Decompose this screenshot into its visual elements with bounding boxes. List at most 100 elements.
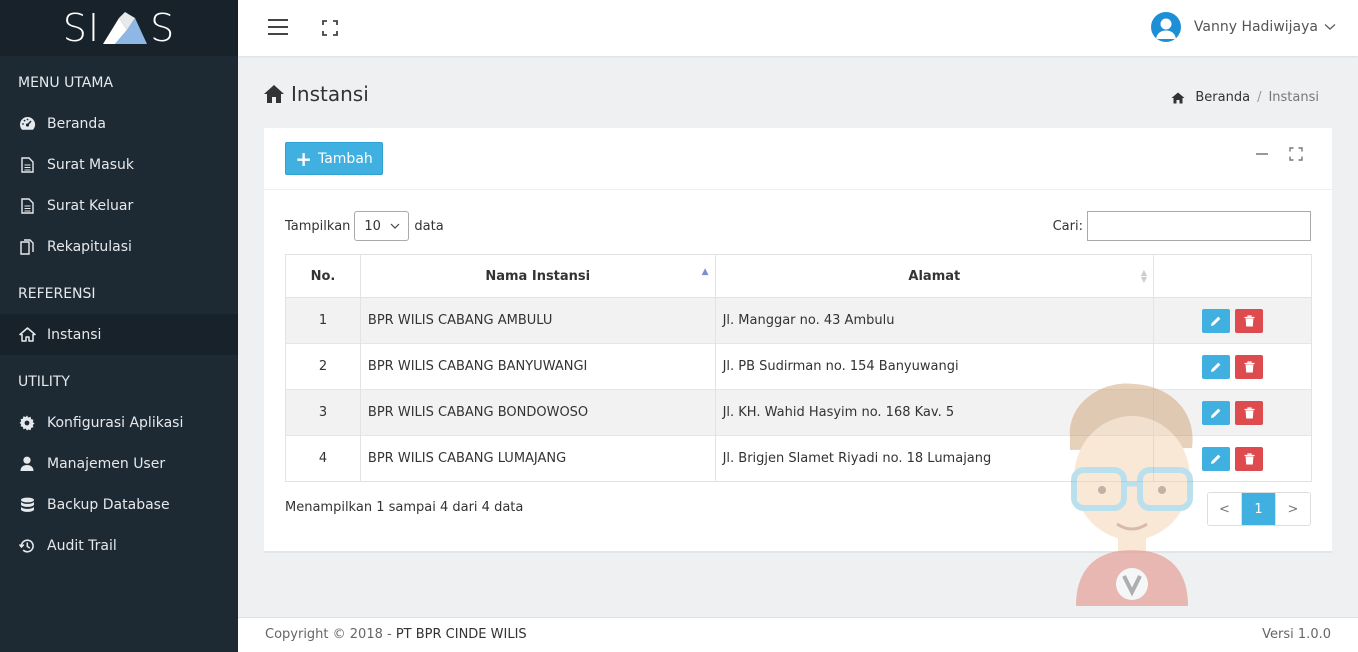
sidebar: SI S MENU UTAMA Beranda Surat Masuk Sura… bbox=[0, 0, 238, 652]
document-icon bbox=[18, 156, 36, 174]
page-length-select[interactable]: 10 bbox=[354, 211, 410, 241]
user-menu[interactable]: Vanny Hadiwijaya bbox=[1150, 12, 1336, 42]
expand-icon[interactable] bbox=[1288, 146, 1304, 162]
trash-icon bbox=[1244, 452, 1255, 464]
search-input[interactable] bbox=[1087, 211, 1311, 241]
instansi-box: + Tambah Tampilkan 10 data Cari: No. Nam… bbox=[264, 128, 1332, 553]
document-icon bbox=[18, 197, 36, 215]
cell-no: 2 bbox=[285, 343, 361, 390]
pagination-page-1[interactable]: 1 bbox=[1242, 493, 1276, 525]
section-utility: UTILITY bbox=[18, 374, 70, 390]
sidebar-item-label: Beranda bbox=[47, 115, 106, 132]
table-controls: Tampilkan 10 data Cari: bbox=[285, 211, 1311, 241]
show-suffix: data bbox=[414, 218, 444, 234]
sidebar-item-label: Surat Masuk bbox=[47, 156, 134, 173]
table-row: 2 BPR WILIS CABANG BANYUWANGI Jl. PB Sud… bbox=[285, 343, 1312, 390]
delete-button[interactable] bbox=[1235, 400, 1264, 425]
trash-icon bbox=[1244, 360, 1255, 372]
copyright-prefix: Copyright © 2018 - bbox=[265, 627, 396, 642]
breadcrumb-home[interactable]: Beranda bbox=[1171, 90, 1250, 105]
delete-button[interactable] bbox=[1235, 308, 1264, 333]
chevron-down-icon bbox=[390, 223, 400, 229]
history-icon bbox=[18, 537, 36, 555]
table-row: 4 BPR WILIS CABANG LUMAJANG Jl. Brigjen … bbox=[285, 435, 1312, 482]
edit-button[interactable] bbox=[1202, 354, 1231, 379]
column-header-alamat[interactable]: Alamat ▲ ▼ bbox=[714, 254, 1155, 298]
sort-icon: ▲ ▼ bbox=[1140, 268, 1148, 284]
page-title: Instansi bbox=[263, 82, 369, 106]
column-label: No. bbox=[310, 268, 336, 284]
search-label: Cari: bbox=[1052, 218, 1083, 234]
add-button[interactable]: + Tambah bbox=[285, 142, 383, 175]
sidebar-item-audit-trail[interactable]: Audit Trail bbox=[0, 525, 238, 566]
footer-version: Versi 1.0.0 bbox=[1262, 627, 1331, 642]
sidebar-item-surat-keluar[interactable]: Surat Keluar bbox=[0, 185, 238, 226]
footer: Copyright © 2018 - PT BPR CINDE WILIS Ve… bbox=[238, 617, 1358, 652]
sidebar-item-label: Instansi bbox=[47, 326, 102, 343]
column-header-nama-instansi[interactable]: Nama Instansi ▲ bbox=[359, 254, 716, 298]
cell-nama-instansi: BPR WILIS CABANG AMBULU bbox=[359, 297, 716, 344]
sidebar-item-label: Audit Trail bbox=[47, 537, 117, 554]
menu-toggle-icon[interactable] bbox=[268, 19, 288, 35]
table-row: 3 BPR WILIS CABANG BONDOWOSO Jl. KH. Wah… bbox=[285, 389, 1312, 436]
delete-button[interactable] bbox=[1235, 446, 1264, 471]
edit-button[interactable] bbox=[1202, 308, 1231, 333]
column-header-no[interactable]: No. bbox=[285, 254, 361, 298]
delete-button[interactable] bbox=[1235, 354, 1264, 379]
topbar: Vanny Hadiwijaya bbox=[238, 0, 1358, 56]
pencil-icon bbox=[1211, 316, 1221, 326]
pagination-prev[interactable]: < bbox=[1208, 493, 1242, 525]
sidebar-item-instansi[interactable]: Instansi bbox=[0, 314, 238, 355]
edit-button[interactable] bbox=[1202, 400, 1231, 425]
pencil-icon bbox=[1211, 408, 1221, 418]
cell-alamat: Jl. KH. Wahid Hasyim no. 168 Kav. 5 bbox=[714, 389, 1155, 436]
add-button-label: Tambah bbox=[317, 150, 373, 167]
sidebar-item-manajemen-user[interactable]: Manajemen User bbox=[0, 443, 238, 484]
breadcrumb-separator: / bbox=[1257, 90, 1262, 105]
edit-button[interactable] bbox=[1202, 446, 1231, 471]
cell-nama-instansi: BPR WILIS CABANG BANYUWANGI bbox=[359, 343, 716, 390]
footer-copyright: Copyright © 2018 - PT BPR CINDE WILIS bbox=[265, 627, 527, 642]
column-label: Alamat bbox=[908, 268, 961, 284]
copy-icon bbox=[18, 238, 36, 256]
table-header-row: No. Nama Instansi ▲ Alamat ▲ ▼ bbox=[285, 254, 1312, 298]
sidebar-item-label: Konfigurasi Aplikasi bbox=[47, 414, 184, 431]
table-info: Menampilkan 1 sampai 4 dari 4 data bbox=[285, 500, 524, 515]
breadcrumb: Beranda / Instansi bbox=[1171, 90, 1319, 105]
sidebar-item-beranda[interactable]: Beranda bbox=[0, 103, 238, 144]
logo-bar: SI S bbox=[0, 0, 238, 56]
home-icon bbox=[18, 326, 36, 344]
box-header: + Tambah bbox=[264, 128, 1332, 190]
section-referensi: REFERENSI bbox=[18, 286, 96, 302]
cell-actions bbox=[1153, 435, 1312, 482]
show-prefix: Tampilkan bbox=[285, 218, 351, 234]
cell-no: 1 bbox=[285, 297, 361, 344]
cell-nama-instansi: BPR WILIS CABANG BONDOWOSO bbox=[359, 389, 716, 436]
dashboard-icon bbox=[18, 115, 36, 133]
cell-alamat: Jl. Manggar no. 43 Ambulu bbox=[714, 297, 1155, 344]
app-logo[interactable]: SI S bbox=[63, 6, 175, 50]
user-name: Vanny Hadiwijaya bbox=[1193, 19, 1318, 35]
user-icon bbox=[18, 455, 36, 473]
logo-mark-icon bbox=[103, 12, 148, 44]
chevron-down-icon bbox=[1324, 23, 1336, 30]
footer-company-link[interactable]: PT BPR CINDE WILIS bbox=[396, 627, 527, 642]
cell-actions bbox=[1153, 343, 1312, 390]
logo-text-right: S bbox=[150, 6, 176, 50]
cell-actions bbox=[1153, 389, 1312, 436]
sidebar-item-label: Manajemen User bbox=[47, 455, 166, 472]
cell-no: 3 bbox=[285, 389, 361, 436]
sidebar-item-konfigurasi-aplikasi[interactable]: Konfigurasi Aplikasi bbox=[0, 402, 238, 443]
minimize-icon[interactable] bbox=[1254, 146, 1270, 162]
fullscreen-icon[interactable] bbox=[322, 20, 338, 36]
home-icon bbox=[264, 85, 284, 103]
sidebar-item-backup-database[interactable]: Backup Database bbox=[0, 484, 238, 525]
column-header-actions bbox=[1153, 254, 1312, 298]
table-search: Cari: bbox=[1053, 211, 1311, 241]
section-menu-utama: MENU UTAMA bbox=[18, 75, 114, 91]
sidebar-item-label: Backup Database bbox=[47, 496, 170, 513]
sidebar-item-rekapitulasi[interactable]: Rekapitulasi bbox=[0, 226, 238, 267]
sidebar-item-surat-masuk[interactable]: Surat Masuk bbox=[0, 144, 238, 185]
pagination-next[interactable]: > bbox=[1276, 493, 1310, 525]
home-icon bbox=[1171, 92, 1185, 103]
